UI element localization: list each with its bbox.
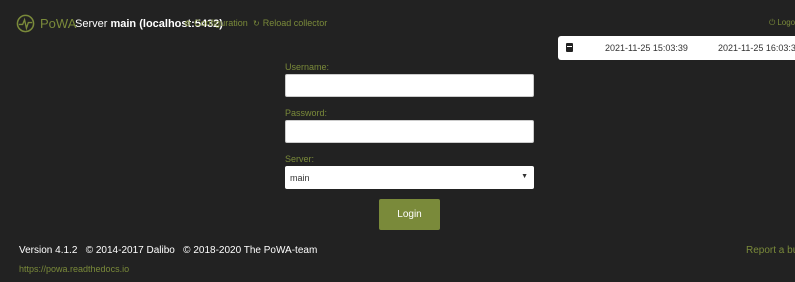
- version-text: Version 4.1.2: [19, 245, 78, 256]
- caret-down-icon: ▼: [521, 173, 528, 180]
- server-select[interactable]: main ▼: [285, 166, 534, 189]
- refresh-icon: ↻: [253, 18, 260, 28]
- date-to: 2021-11-25 16:03:39: [718, 43, 795, 53]
- server-name: main: [110, 18, 137, 30]
- gear-icon: ⚙: [184, 18, 192, 28]
- calendar-icon: [566, 43, 573, 52]
- reload-collector-label: Reload collector: [262, 18, 328, 28]
- password-input[interactable]: [285, 120, 534, 143]
- power-icon: ⏻: [769, 18, 776, 27]
- username-input[interactable]: [285, 74, 534, 97]
- footer-info: Version 4.1.2 © 2014-2017 Dalibo © 2018-…: [19, 245, 317, 256]
- date-range-picker[interactable]: 2021-11-25 15:03:39 2021-11-25 16:03:39: [558, 36, 795, 60]
- copyright-dalibo: © 2014-2017 Dalibo: [85, 245, 175, 256]
- copyright-powa-team: © 2018-2020 The PoWA-team: [183, 245, 318, 256]
- report-bug-link[interactable]: Report a bu: [746, 245, 795, 256]
- password-label: Password:: [285, 108, 328, 118]
- brand-link[interactable]: PoWA: [16, 12, 76, 34]
- configuration-label: Configuration: [194, 18, 248, 28]
- brand-text: PoWA: [40, 15, 77, 31]
- login-button[interactable]: Login: [379, 199, 440, 230]
- configuration-link[interactable]: ⚙ Configuration: [184, 18, 248, 28]
- docs-link[interactable]: https://powa.readthedocs.io: [19, 264, 129, 274]
- username-label: Username:: [285, 62, 330, 72]
- server-selected-value: main: [290, 173, 310, 183]
- reload-collector-link[interactable]: ↻ Reload collector: [253, 18, 327, 28]
- logout-label: Logo: [777, 18, 795, 27]
- powa-logo-icon: [16, 14, 35, 32]
- date-from: 2021-11-25 15:03:39: [605, 43, 688, 53]
- server-prefix: Server: [75, 18, 108, 30]
- logout-link[interactable]: ⏻ Logo: [769, 18, 795, 28]
- top-navbar: PoWA Server main (localhost:5432) ⚙ Conf…: [0, 8, 795, 38]
- server-label: Server:: [285, 154, 315, 164]
